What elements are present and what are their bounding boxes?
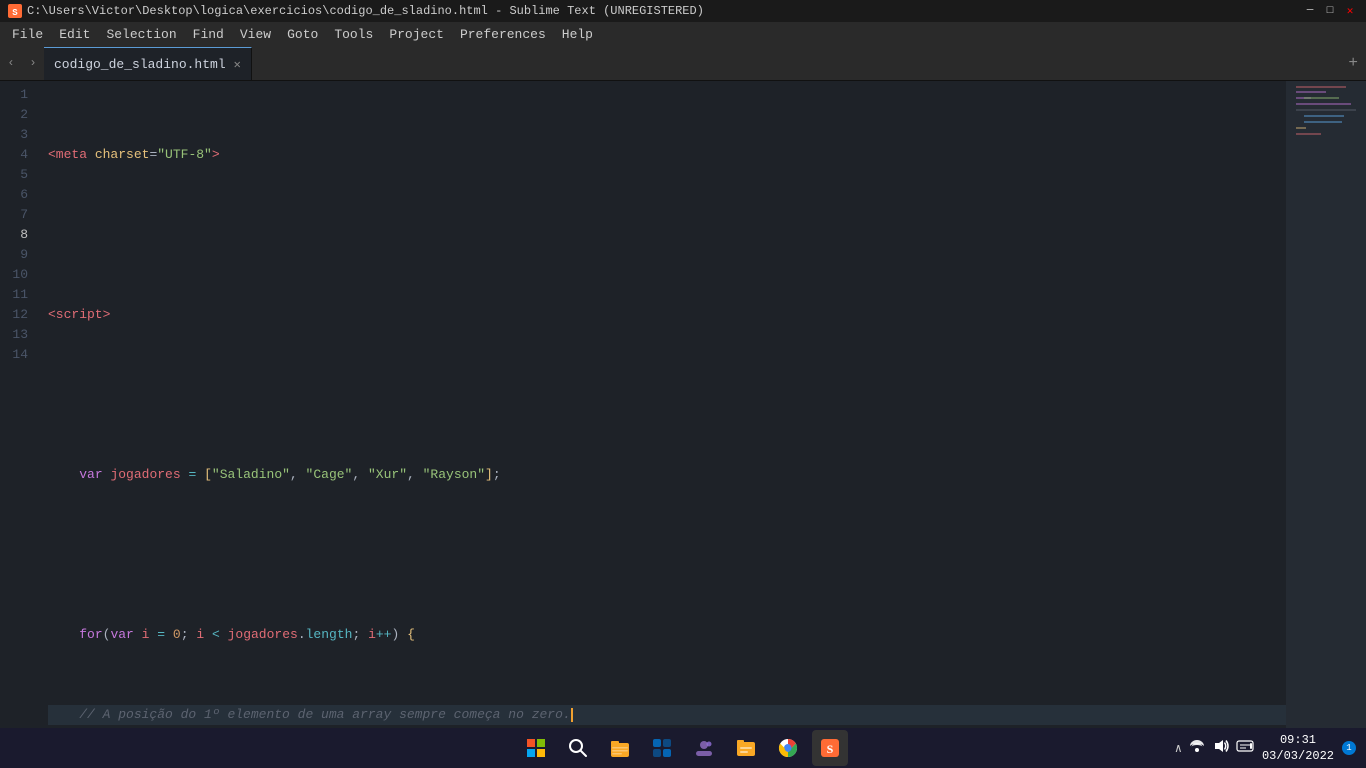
chrome-button[interactable] [770,730,806,766]
line-num-10: 10 [8,265,28,285]
tab-nav-right[interactable]: › [22,45,44,80]
minimap-canvas [1286,81,1366,201]
windows-start-button[interactable] [518,730,554,766]
tab-codigo-de-sladino[interactable]: codigo_de_sladino.html ✕ [44,47,252,80]
notification-badge[interactable]: 1 [1342,741,1356,755]
teams-button[interactable] [686,730,722,766]
svg-text:S: S [827,742,834,756]
clock-date: 03/03/2022 [1262,748,1334,764]
network-icon[interactable] [1188,737,1206,760]
code-line-4 [48,385,1286,405]
code-line-5: var jogadores = ["Saladino", "Cage", "Xu… [48,465,1286,485]
taskbar: S ∧ [0,728,1366,768]
line-num-1: 1 [8,85,28,105]
widgets-button[interactable] [644,730,680,766]
menu-bar: File Edit Selection Find View Goto Tools… [0,22,1366,46]
menu-find[interactable]: Find [185,25,232,44]
minimap [1286,81,1366,728]
title-bar: S C:\Users\Victor\Desktop\logica\exercic… [0,0,1366,22]
file-manager-button[interactable] [728,730,764,766]
code-line-2 [48,225,1286,245]
tab-close-button[interactable]: ✕ [234,57,241,72]
line-num-13: 13 [8,325,28,345]
code-line-6 [48,545,1286,565]
menu-help[interactable]: Help [554,25,601,44]
svg-text:S: S [12,8,18,18]
code-editor[interactable]: <meta charset="UTF-8"> <script> var joga… [36,81,1286,728]
menu-goto[interactable]: Goto [279,25,326,44]
line-num-11: 11 [8,285,28,305]
tab-bar: ‹ › codigo_de_sladino.html ✕ + [0,46,1366,81]
code-line-3: <script> [48,305,1286,325]
menu-view[interactable]: View [232,25,279,44]
line-num-2: 2 [8,105,28,125]
menu-file[interactable]: File [4,25,51,44]
taskbar-center: S [518,730,848,766]
editor-area: 1 2 3 4 5 6 7 8 9 10 11 12 13 14 <meta c… [0,81,1366,728]
minimize-button[interactable]: ─ [1302,3,1318,19]
menu-selection[interactable]: Selection [98,25,184,44]
sublime-taskbar-button[interactable]: S [812,730,848,766]
menu-tools[interactable]: Tools [326,25,381,44]
tab-add-button[interactable]: + [1348,54,1358,72]
line-num-8: 8 [8,225,28,245]
volume-icon[interactable] [1212,737,1230,760]
close-button[interactable]: ✕ [1342,3,1358,19]
tab-nav-left[interactable]: ‹ [0,45,22,80]
line-numbers: 1 2 3 4 5 6 7 8 9 10 11 12 13 14 [0,81,36,728]
line-num-7: 7 [8,205,28,225]
line-num-14: 14 [8,345,28,365]
tab-label: codigo_de_sladino.html [54,57,226,72]
clock-display[interactable]: 09:31 03/03/2022 [1262,732,1334,764]
line-num-12: 12 [8,305,28,325]
clock-time: 09:31 [1262,732,1334,748]
maximize-button[interactable]: □ [1322,3,1338,19]
menu-project[interactable]: Project [381,25,452,44]
file-explorer-button[interactable] [602,730,638,766]
code-line-1: <meta charset="UTF-8"> [48,145,1286,165]
taskbar-right: ∧ [1175,732,1366,764]
show-hidden-icons[interactable]: ∧ [1175,741,1182,756]
line-num-9: 9 [8,245,28,265]
menu-edit[interactable]: Edit [51,25,98,44]
window-controls: ─ □ ✕ [1302,3,1358,19]
system-tray: ∧ [1175,737,1254,760]
code-line-8: // A posição do 1º elemento de uma array… [48,705,1286,725]
line-num-5: 5 [8,165,28,185]
keyboard-icon[interactable] [1236,737,1254,759]
line-num-4: 4 [8,145,28,165]
line-num-3: 3 [8,125,28,145]
code-line-7: for(var i = 0; i < jogadores.length; i++… [48,625,1286,645]
line-num-6: 6 [8,185,28,205]
menu-preferences[interactable]: Preferences [452,25,554,44]
search-button[interactable] [560,730,596,766]
sublime-icon: S [8,4,22,18]
title-text: C:\Users\Victor\Desktop\logica\exercicio… [27,4,704,18]
